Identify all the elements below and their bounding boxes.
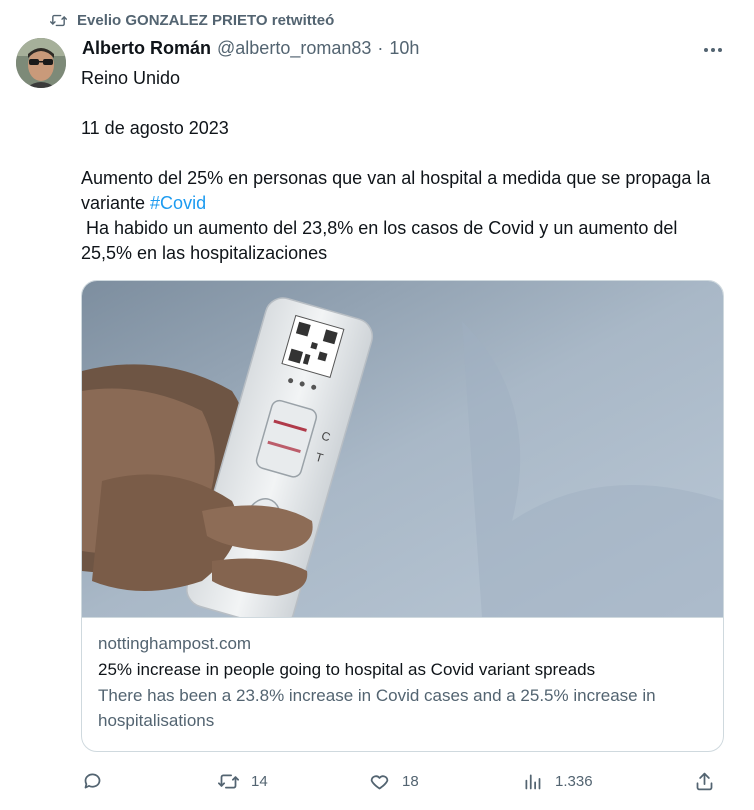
hashtag-link[interactable]: #Covid bbox=[150, 193, 206, 213]
retweet-icon bbox=[50, 14, 67, 27]
heart-icon bbox=[370, 774, 389, 789]
author-name[interactable]: Alberto Román bbox=[82, 38, 211, 59]
more-options-button[interactable] bbox=[700, 40, 726, 60]
card-info[interactable]: nottinghampost.com 25% increase in peopl… bbox=[82, 617, 723, 751]
card-description: There has been a 23.8% increase in Covid… bbox=[98, 686, 656, 730]
tweet-header: Alberto Román @alberto_roman83 · 10h bbox=[82, 38, 419, 59]
card-domain: nottinghampost.com bbox=[98, 634, 252, 653]
share-icon bbox=[696, 772, 713, 790]
retweet-action-icon bbox=[218, 774, 239, 788]
covid-test-photo: C T S bbox=[82, 281, 723, 617]
tweet-actions: 14 18 1.336 bbox=[82, 766, 722, 796]
retweet-text[interactable]: Evelio GONZALEZ PRIETO retwitteó bbox=[77, 12, 334, 29]
tweet-line-location: Reino Unido bbox=[81, 68, 181, 88]
card-title: 25% increase in people going to hospital… bbox=[98, 660, 596, 679]
analytics-icon bbox=[525, 774, 541, 789]
retweet-count: 14 bbox=[251, 772, 268, 790]
retweet-indicator: Evelio GONZALEZ PRIETO retwitteó bbox=[50, 12, 334, 29]
separator-dot: · bbox=[377, 38, 384, 58]
tweet-timestamp[interactable]: 10h bbox=[389, 38, 419, 59]
like-count: 18 bbox=[402, 772, 419, 790]
avatar-image bbox=[16, 38, 66, 88]
view-count: 1.336 bbox=[555, 772, 593, 790]
share-button[interactable] bbox=[694, 766, 715, 796]
card-image[interactable]: C T S bbox=[82, 281, 723, 617]
reply-icon bbox=[84, 773, 101, 788]
tweet-paragraph-b: Ha habido un aumento del 23,8% en los ca… bbox=[81, 218, 683, 263]
more-dots-icon bbox=[704, 48, 722, 52]
tweet[interactable]: Evelio GONZALEZ PRIETO retwitteó Alberto… bbox=[0, 0, 754, 810]
like-button[interactable]: 18 bbox=[369, 766, 419, 796]
tweet-line-date: 11 de agosto 2023 bbox=[81, 118, 229, 138]
link-card[interactable]: C T S nottinghampost.com 25% increase in… bbox=[81, 280, 724, 752]
tweet-text: Reino Unido 11 de agosto 2023 Aumento de… bbox=[81, 66, 731, 266]
views-button[interactable]: 1.336 bbox=[522, 766, 593, 796]
retweet-button[interactable]: 14 bbox=[218, 766, 268, 796]
reply-button[interactable] bbox=[82, 766, 115, 796]
author-handle[interactable]: @alberto_roman83 bbox=[217, 38, 371, 59]
avatar[interactable] bbox=[16, 38, 66, 88]
